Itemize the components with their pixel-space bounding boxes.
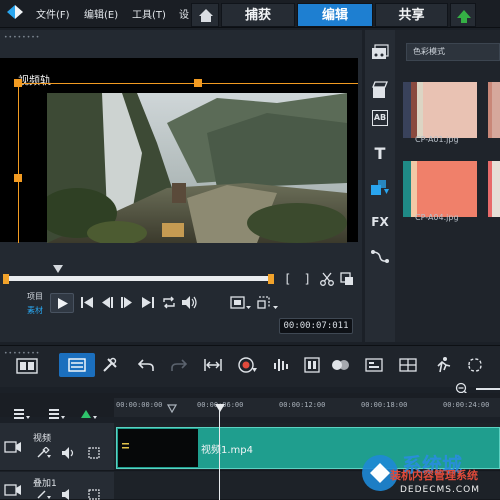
add-marker-icon[interactable] bbox=[80, 407, 98, 421]
time-remapping-icon[interactable] bbox=[434, 356, 452, 374]
color-thumbnail-cp-a01[interactable] bbox=[403, 82, 477, 138]
video-track-icon bbox=[4, 441, 21, 453]
in-point-marker-icon[interactable] bbox=[167, 404, 177, 414]
undo-icon[interactable] bbox=[138, 358, 154, 372]
timeline-grip[interactable]: •••••••• bbox=[4, 350, 40, 357]
watermark-subtitle: 装机内容管理系统 bbox=[390, 469, 478, 482]
filter-fx-icon[interactable]: FX bbox=[371, 213, 389, 231]
volume-icon[interactable] bbox=[182, 296, 198, 309]
audio-mixer-icon[interactable] bbox=[273, 357, 289, 373]
mask-creator-icon[interactable] bbox=[466, 357, 484, 373]
title-template-ab-icon[interactable]: AB bbox=[372, 110, 388, 126]
color-mode-dropdown[interactable]: 色彩模式 bbox=[406, 43, 500, 61]
thumbnail-label-cp-a01: CP-A01.jpg bbox=[415, 135, 459, 144]
graphics-color-icon[interactable] bbox=[370, 179, 390, 197]
crop-handle-top[interactable] bbox=[194, 79, 202, 87]
overlay-mute-icon[interactable] bbox=[62, 489, 76, 500]
aspect-ratio-dropdown-icon[interactable] bbox=[230, 295, 252, 311]
record-capture-icon[interactable] bbox=[238, 356, 258, 374]
crop-handle-top-left[interactable] bbox=[14, 79, 22, 87]
color-thumbnail-cp-a04[interactable] bbox=[403, 161, 477, 217]
mark-out-button[interactable]: ] bbox=[302, 271, 312, 287]
color-thumbnail-partial-2[interactable] bbox=[488, 161, 500, 217]
track-name-video: 视频 bbox=[33, 434, 52, 444]
ruler-tick-label: 00:00:18:00 bbox=[361, 401, 408, 409]
overlay-track-icon bbox=[4, 484, 21, 496]
playhead-line bbox=[219, 410, 220, 500]
watermark-logo: 系统城 装机内容管理系统 DEDECMS.COM bbox=[360, 447, 500, 500]
trim-in-handle[interactable] bbox=[3, 274, 9, 284]
crop-guide-left bbox=[18, 83, 19, 243]
ruler-tick-label: 00:00:00:00 bbox=[116, 401, 163, 409]
scrubber-thumb[interactable] bbox=[53, 265, 63, 273]
tab-capture[interactable]: 捕获 bbox=[221, 3, 295, 27]
ruler-tick-label: 00:00:24:00 bbox=[443, 401, 490, 409]
play-button[interactable] bbox=[50, 293, 74, 313]
instant-project-icon[interactable] bbox=[371, 81, 389, 99]
timecode-display[interactable]: 00:00:07:011 bbox=[279, 318, 353, 334]
path-motion-icon[interactable] bbox=[371, 248, 389, 264]
overlay-ripple-icon[interactable] bbox=[88, 489, 100, 500]
motion-tracking-icon[interactable] bbox=[331, 357, 351, 373]
playhead-marker[interactable] bbox=[215, 404, 225, 412]
mark-in-button[interactable]: [ bbox=[283, 271, 293, 287]
repeat-icon[interactable] bbox=[162, 296, 176, 309]
timeline-view-icon bbox=[68, 358, 86, 372]
track-manager-icon[interactable] bbox=[13, 407, 31, 421]
scrubber-bar[interactable] bbox=[5, 276, 273, 281]
track-name-overlay: 叠加1 bbox=[33, 479, 57, 489]
scissors-icon[interactable] bbox=[320, 272, 334, 286]
clip-thumbnail bbox=[118, 429, 198, 467]
crop-guide-top bbox=[18, 83, 358, 84]
subtitle-editor-icon[interactable] bbox=[365, 357, 383, 373]
ruler-tick-label: 00:00:12:00 bbox=[279, 401, 326, 409]
auto-music-icon[interactable] bbox=[304, 357, 320, 373]
upload-button[interactable] bbox=[450, 3, 476, 27]
clip-name: 视频1.mp4 bbox=[201, 445, 253, 456]
next-frame-icon[interactable] bbox=[121, 297, 133, 308]
video-preview-frame bbox=[47, 93, 347, 243]
go-to-end-icon[interactable] bbox=[142, 297, 154, 308]
toolbox-icon[interactable] bbox=[102, 357, 118, 373]
fit-timeline-icon[interactable] bbox=[204, 358, 222, 372]
ripple-edit-icon[interactable] bbox=[88, 447, 100, 459]
menu-edit[interactable]: 编辑(E) bbox=[84, 6, 118, 21]
multi-camera-icon[interactable] bbox=[399, 357, 417, 373]
overlay-link-icon[interactable] bbox=[36, 489, 52, 500]
storyboard-view-icon[interactable] bbox=[16, 358, 38, 374]
previous-frame-icon[interactable] bbox=[102, 297, 114, 308]
thumbnail-label-cp-a04: CP-A04.jpg bbox=[415, 213, 459, 222]
mode-clip-label[interactable]: 素材 bbox=[27, 305, 43, 316]
menu-file[interactable]: 文件(F) bbox=[36, 6, 70, 21]
text-title-icon[interactable]: T bbox=[371, 145, 389, 163]
trim-out-handle[interactable] bbox=[268, 274, 274, 284]
timeline-view-button[interactable] bbox=[59, 353, 95, 377]
zoom-slider[interactable] bbox=[476, 388, 500, 390]
chapter-marker-icon[interactable] bbox=[48, 407, 66, 421]
menu-settings[interactable]: 设 bbox=[179, 6, 189, 21]
preview-track-label: 视频轨 bbox=[18, 74, 51, 87]
color-thumbnail-partial[interactable] bbox=[488, 82, 500, 138]
redo-icon[interactable] bbox=[171, 358, 187, 372]
crop-handle-left[interactable] bbox=[14, 174, 22, 182]
tab-share[interactable]: 共享 bbox=[375, 3, 448, 27]
enlarge-preview-icon[interactable] bbox=[340, 272, 354, 286]
home-tab[interactable] bbox=[191, 3, 219, 27]
panel-grip[interactable]: •••••••• bbox=[4, 34, 40, 41]
tab-edit[interactable]: 编辑 bbox=[297, 3, 373, 27]
link-lock-icon[interactable] bbox=[36, 447, 52, 459]
play-icon bbox=[58, 298, 68, 309]
watermark-url: DEDECMS.COM bbox=[400, 485, 480, 495]
menu-tools[interactable]: 工具(T) bbox=[132, 6, 166, 21]
track-mute-icon[interactable] bbox=[62, 447, 76, 459]
menu-bar: 文件(F) 编辑(E) 工具(T) 设 捕获 编辑 共享 bbox=[0, 0, 500, 28]
transform-mode-dropdown-icon[interactable] bbox=[257, 295, 279, 311]
go-to-start-icon[interactable] bbox=[81, 297, 93, 308]
media-library-icon[interactable] bbox=[371, 44, 389, 60]
app-logo-icon bbox=[7, 5, 23, 19]
mode-project-label[interactable]: 项目 bbox=[27, 291, 43, 302]
